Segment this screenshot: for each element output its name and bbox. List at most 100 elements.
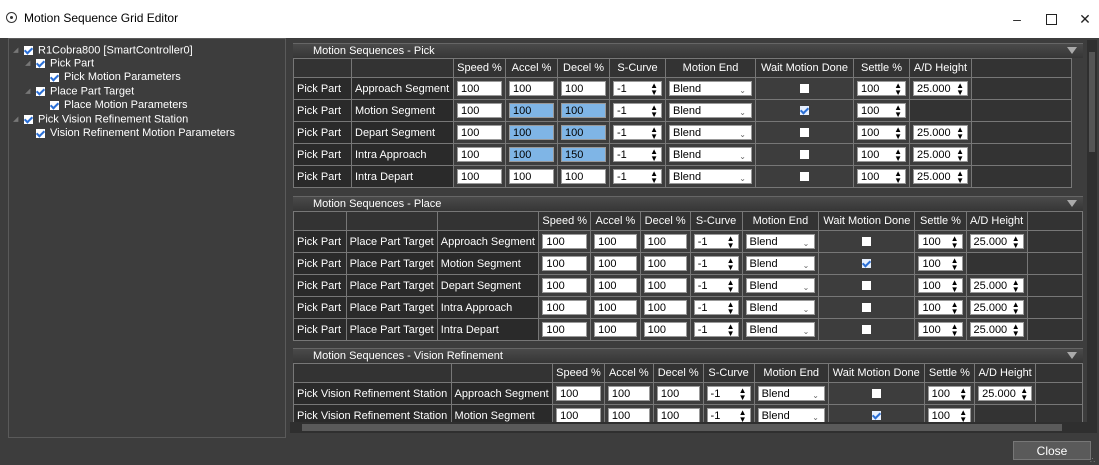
speed-cell[interactable]: 100 <box>538 230 592 253</box>
settle-cell[interactable]: 100 ▲ ▼ <box>853 99 910 122</box>
motion-end-select[interactable]: Blend ⌄ <box>669 169 752 184</box>
accel-input[interactable]: 100 <box>594 234 637 249</box>
chevron-down-icon[interactable]: ⌄ <box>812 388 819 403</box>
tree-checkbox[interactable] <box>24 115 33 124</box>
motion-end-select[interactable]: Blend ⌄ <box>669 125 752 140</box>
motion-end-select[interactable]: Blend ⌄ <box>757 408 825 423</box>
accel-input[interactable]: 100 <box>607 386 650 401</box>
scurve-cell[interactable]: -1 ▲ ▼ <box>689 296 743 319</box>
ad-height-cell[interactable]: 25.000 ▲ ▼ <box>965 296 1028 319</box>
settle-spinner[interactable]: 100 ▲ ▼ <box>918 322 963 338</box>
spin-arrows-icon[interactable]: ▲ ▼ <box>650 82 658 97</box>
speed-cell[interactable]: 100 <box>538 274 592 297</box>
column-header-wait[interactable]: Wait Motion Done <box>818 211 916 231</box>
column-header-ad[interactable]: A/D Height <box>974 363 1037 383</box>
decel-input[interactable]: 100 <box>643 234 687 249</box>
vertical-scrollbar[interactable] <box>1087 40 1097 433</box>
speed-input[interactable]: 100 <box>457 147 502 162</box>
settle-cell[interactable]: 100 ▲ ▼ <box>923 382 976 405</box>
accel-input[interactable]: 100 <box>607 408 650 423</box>
table-row[interactable]: Pick Vision Refinement Station Approach S… <box>293 382 1083 405</box>
column-header-accel[interactable]: Accel % <box>505 58 558 78</box>
ad-height-spinner[interactable]: 25.000 ▲ ▼ <box>978 386 1033 402</box>
scurve-cell[interactable]: -1 ▲ ▼ <box>689 274 743 297</box>
decel-cell[interactable]: 150 <box>557 143 610 166</box>
wait-cell[interactable] <box>818 318 916 341</box>
spin-arrows-icon[interactable]: ▲ ▼ <box>650 104 658 119</box>
column-header-decel[interactable]: Decel % <box>652 363 704 383</box>
ad-height-cell[interactable]: 25.000 ▲ ▼ <box>965 230 1028 253</box>
column-header-accel[interactable]: Accel % <box>603 363 654 383</box>
spin-arrows-icon[interactable]: ▲ ▼ <box>894 104 902 119</box>
spin-arrows-icon[interactable]: ▲ ▼ <box>727 235 735 250</box>
tree-node[interactable]: ◢ R1Cobra800 [SmartController0] <box>13 44 193 57</box>
wait-motion-done-checkbox[interactable] <box>800 106 809 115</box>
table-row[interactable]: Pick Part Depart Segment 100 100 100 -1 ▲ ▼ Blen… <box>293 121 1072 144</box>
speed-input[interactable]: 100 <box>556 386 601 401</box>
spin-arrows-icon[interactable]: ▲ ▼ <box>959 387 967 402</box>
scurve-spinner[interactable]: -1 ▲ ▼ <box>693 300 739 316</box>
accel-cell[interactable]: 100 <box>505 121 558 144</box>
wait-motion-done-checkbox[interactable] <box>862 325 872 334</box>
motion-end-select[interactable]: Blend ⌄ <box>669 147 752 162</box>
settle-spinner[interactable]: 100 ▲ ▼ <box>918 256 963 272</box>
speed-input[interactable]: 100 <box>556 408 601 423</box>
scurve-cell[interactable]: -1 ▲ ▼ <box>689 252 743 275</box>
accel-input[interactable]: 100 <box>594 256 637 271</box>
column-header-scurve[interactable]: S-Curve <box>689 211 743 231</box>
tree-checkbox[interactable] <box>50 72 59 82</box>
scurve-spinner[interactable]: -1 ▲ ▼ <box>613 81 662 97</box>
chevron-down-icon[interactable]: ⌄ <box>739 83 746 98</box>
scurve-cell[interactable]: -1 ▲ ▼ <box>609 121 666 144</box>
spin-arrows-icon[interactable]: ▲ ▼ <box>727 301 735 316</box>
decel-input[interactable]: 100 <box>643 322 687 337</box>
spin-arrows-icon[interactable]: ▲ ▼ <box>894 126 902 141</box>
horizontal-scrollbar[interactable] <box>290 422 1087 433</box>
table-row[interactable]: Pick Part Intra Depart 100 100 100 -1 ▲ ▼ Blend ⌄… <box>293 165 1072 188</box>
motion-end-cell[interactable]: Blend ⌄ <box>741 274 820 297</box>
column-header-settle[interactable]: Settle % <box>923 363 976 383</box>
accel-input[interactable]: 100 <box>509 81 554 96</box>
column-header-decel[interactable]: Decel % <box>557 58 610 78</box>
close-button[interactable]: Close <box>1013 441 1091 460</box>
speed-input[interactable]: 100 <box>542 234 588 249</box>
motion-end-select[interactable]: Blend ⌄ <box>745 234 816 249</box>
column-header-ad[interactable]: A/D Height <box>965 211 1028 231</box>
accel-input[interactable]: 100 <box>594 300 637 315</box>
wait-motion-done-checkbox[interactable] <box>871 411 881 420</box>
wait-motion-done-checkbox[interactable] <box>800 128 809 137</box>
accel-input[interactable]: 100 <box>594 278 637 293</box>
decel-cell[interactable]: 100 <box>557 121 610 144</box>
table-row[interactable]: Pick Part Place Part Target Intra Approach… <box>293 296 1084 319</box>
settle-spinner[interactable]: 100 ▲ ▼ <box>918 234 963 250</box>
accel-cell[interactable]: 100 <box>505 165 558 188</box>
speed-cell[interactable]: 100 <box>453 143 506 166</box>
decel-cell[interactable]: 100 <box>639 274 691 297</box>
settle-cell[interactable]: 100 ▲ ▼ <box>853 143 910 166</box>
motion-end-cell[interactable]: Blend ⌄ <box>741 296 820 319</box>
settle-cell[interactable]: 100 ▲ ▼ <box>914 318 967 341</box>
chevron-down-icon[interactable]: ⌄ <box>739 127 746 142</box>
tree-checkbox[interactable] <box>50 100 59 110</box>
maximize-button[interactable] <box>1036 9 1066 29</box>
ad-height-cell[interactable]: 25.000 ▲ ▼ <box>974 382 1037 405</box>
ad-height-cell[interactable]: 25.000 ▲ ▼ <box>909 121 972 144</box>
accel-input[interactable]: 100 <box>594 322 637 337</box>
horizontal-scroll-thumb[interactable] <box>302 424 1062 431</box>
motion-end-select[interactable]: Blend ⌄ <box>757 386 825 403</box>
decel-input[interactable]: 100 <box>656 386 700 401</box>
spin-arrows-icon[interactable]: ▲ ▼ <box>956 148 964 163</box>
spin-arrows-icon[interactable]: ▲ ▼ <box>1020 387 1028 402</box>
table-row[interactable]: Pick Part Place Part Target Approach Segme… <box>293 230 1084 253</box>
spin-arrows-icon[interactable]: ▲ ▼ <box>894 82 902 97</box>
ad-height-spinner[interactable]: 25.000 ▲ ▼ <box>913 125 968 141</box>
spin-arrows-icon[interactable]: ▲ ▼ <box>650 126 658 141</box>
collapse-triangle-icon[interactable] <box>1067 200 1077 207</box>
speed-input[interactable]: 100 <box>457 103 502 118</box>
wait-cell[interactable] <box>755 165 854 188</box>
tree-checkbox[interactable] <box>24 46 33 55</box>
decel-cell[interactable]: 100 <box>639 318 691 341</box>
settle-spinner[interactable]: 100 ▲ ▼ <box>857 147 906 163</box>
accel-cell[interactable]: 100 <box>590 230 641 253</box>
settle-cell[interactable]: 100 ▲ ▼ <box>853 121 910 144</box>
